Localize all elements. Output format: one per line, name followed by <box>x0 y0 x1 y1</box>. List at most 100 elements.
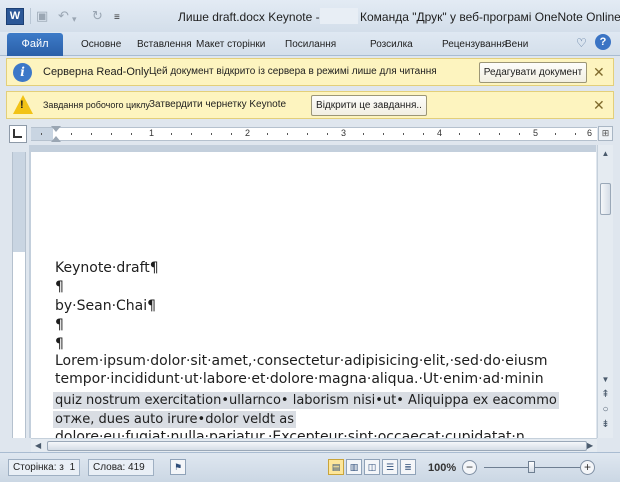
full-screen-reading-icon[interactable]: ▥ <box>346 459 362 475</box>
ruler-tick <box>423 133 424 135</box>
tab-page-layout[interactable]: Макет сторінки <box>196 39 265 50</box>
save-icon[interactable]: ▣ <box>36 9 48 23</box>
ruler-left-margin <box>31 128 53 140</box>
highlighted-line: quiz nostrum exercitation•ullarnco• labo… <box>53 392 559 409</box>
ruler-tick <box>267 133 268 135</box>
ribbon-tabs: Файл Основне Вставлення Макет сторінки П… <box>0 32 620 56</box>
readonly-text: Цей документ відкрито із сервера в режим… <box>149 66 437 77</box>
proofing-icon[interactable]: ⚑ <box>170 459 186 475</box>
ruler-tick <box>555 133 556 135</box>
document-page[interactable]: Keynote·draft¶ ¶ by·Sean·Chai¶ ¶ ¶ Lorem… <box>31 152 596 438</box>
edit-document-button[interactable]: Редагувати документ <box>479 62 587 83</box>
undo-icon[interactable]: ↶ <box>58 9 69 23</box>
vertical-scroll-thumb[interactable] <box>600 183 611 215</box>
scroll-left-icon[interactable]: ◀ <box>35 439 41 453</box>
ruler-tick <box>575 133 576 135</box>
ruler-tick <box>403 133 404 135</box>
ruler-number: 3 <box>341 128 347 138</box>
ruler-tick <box>191 133 192 135</box>
readonly-title: Серверна Read-Only <box>43 66 149 78</box>
info-icon: i <box>13 63 32 82</box>
ruler-tick <box>327 133 328 135</box>
page-number: 1 <box>69 462 76 473</box>
window-title-app: Команда "Друк" у веб-програмі OneNote On… <box>360 10 620 24</box>
ruler-tick <box>91 133 92 135</box>
document-line: Lorem·ipsum·dolor·sit·amet,·consectetur·… <box>55 353 548 369</box>
tab-selector-button[interactable] <box>9 125 27 143</box>
close-readonly-icon[interactable]: ✕ <box>593 63 605 81</box>
ruler-tick <box>519 133 520 135</box>
draft-view-icon[interactable]: ≣ <box>400 459 416 475</box>
highlighted-line: отже, dues auto irure•dolor veldt as <box>53 411 296 428</box>
outline-view-icon[interactable]: ☰ <box>382 459 398 475</box>
tab-home[interactable]: Основне <box>81 39 121 50</box>
tab-mailings[interactable]: Розсилка <box>370 39 413 50</box>
workflow-title: Завдання робочого циклу <box>43 100 150 110</box>
close-workflow-icon[interactable]: ✕ <box>593 96 605 114</box>
ruler-number: 6 <box>587 128 593 138</box>
horizontal-scroll-thumb[interactable] <box>47 441 587 451</box>
next-page-icon[interactable]: ⇟ <box>598 419 613 430</box>
vertical-scrollbar[interactable]: ▲ ▼ ⇞ ○ ⇟ <box>597 145 613 438</box>
page-label: Сторінка: з <box>13 462 64 473</box>
ruler-tick <box>307 133 308 135</box>
word-app-icon[interactable]: W <box>6 8 24 25</box>
horizontal-ruler[interactable]: 1 2 3 4 5 6 <box>31 126 597 142</box>
warning-exclamation: ! <box>20 99 24 111</box>
first-line-indent-marker[interactable] <box>51 126 61 132</box>
ruler-tick <box>287 133 288 135</box>
document-line: by·Sean·Chai¶ <box>55 298 157 314</box>
ruler-number: 4 <box>437 128 443 138</box>
ruler-tick <box>459 133 460 135</box>
help-icon[interactable]: ? <box>595 34 611 50</box>
scroll-up-icon[interactable]: ▲ <box>598 147 613 161</box>
vertical-ruler-top-margin <box>13 152 25 252</box>
readonly-message-bar: i Серверна Read-Only Цей документ відкри… <box>6 58 614 86</box>
web-layout-icon[interactable]: ◫ <box>364 459 380 475</box>
zoom-level[interactable]: 100% <box>428 462 456 474</box>
ruler-tick <box>131 133 132 135</box>
document-line: ¶ <box>55 279 64 295</box>
document-line: ¶ <box>55 336 64 352</box>
horizontal-scrollbar[interactable]: ◀ ▶ <box>31 438 597 452</box>
ruler-tick <box>111 133 112 135</box>
view-ruler-icon[interactable]: ⊞ <box>598 126 613 141</box>
word-count[interactable]: Слова: 419 <box>88 459 154 476</box>
tab-review[interactable]: Рецензування <box>442 39 507 50</box>
qat-separator <box>30 8 31 24</box>
tab-view[interactable]: Вени <box>505 39 528 50</box>
print-layout-view-icon[interactable]: ▤ <box>328 459 344 475</box>
undo-dropdown-icon[interactable]: ▾ <box>72 12 77 26</box>
scroll-down-icon[interactable]: ▼ <box>598 373 613 387</box>
ruler-tick <box>171 133 172 135</box>
tab-insert[interactable]: Вставлення <box>137 39 192 50</box>
vertical-ruler[interactable] <box>12 152 26 438</box>
previous-page-icon[interactable]: ⇞ <box>598 389 613 400</box>
page-indicator[interactable]: Сторінка: з 1 <box>8 459 80 476</box>
ruler-tick <box>479 133 480 135</box>
document-line: Keynote·draft¶ <box>55 260 159 276</box>
redo-icon[interactable]: ↻ <box>92 9 103 23</box>
open-task-button[interactable]: Відкрити це завдання.. <box>311 95 427 116</box>
customize-qat-icon[interactable]: ≡ <box>114 11 120 25</box>
ruler-number: 2 <box>245 128 251 138</box>
hanging-indent-marker[interactable] <box>51 136 61 142</box>
ruler-tick <box>71 133 72 135</box>
title-bar: W ▣ ↶ ▾ ↻ ≡ Лише draft.docx Keynote - Ко… <box>0 0 620 32</box>
minimize-ribbon-icon[interactable]: ♡ <box>576 36 587 50</box>
browse-object-icon[interactable]: ○ <box>598 404 613 415</box>
ruler-tick <box>363 133 364 135</box>
zoom-in-icon[interactable]: + <box>580 460 595 475</box>
document-line: dolore·eu·fugiat·nulla·pariatur.·Excepte… <box>55 429 525 438</box>
zoom-slider-thumb[interactable] <box>528 461 535 473</box>
window-title-document: Лише draft.docx Keynote - <box>178 10 320 24</box>
zoom-out-icon[interactable]: − <box>462 460 477 475</box>
workflow-message-bar: ! Завдання робочого циклу Затвердити чер… <box>6 91 614 119</box>
status-bar: Сторінка: з 1 Слова: 419 ⚑ ▤ ▥ ◫ ☰ ≣ 100… <box>0 452 620 482</box>
tab-references[interactable]: Посилання <box>285 39 336 50</box>
tab-file[interactable]: Файл <box>7 33 63 56</box>
scroll-right-icon[interactable]: ▶ <box>587 439 593 453</box>
ruler-tick <box>231 133 232 135</box>
ruler-tick <box>499 133 500 135</box>
title-redacted <box>320 8 358 24</box>
